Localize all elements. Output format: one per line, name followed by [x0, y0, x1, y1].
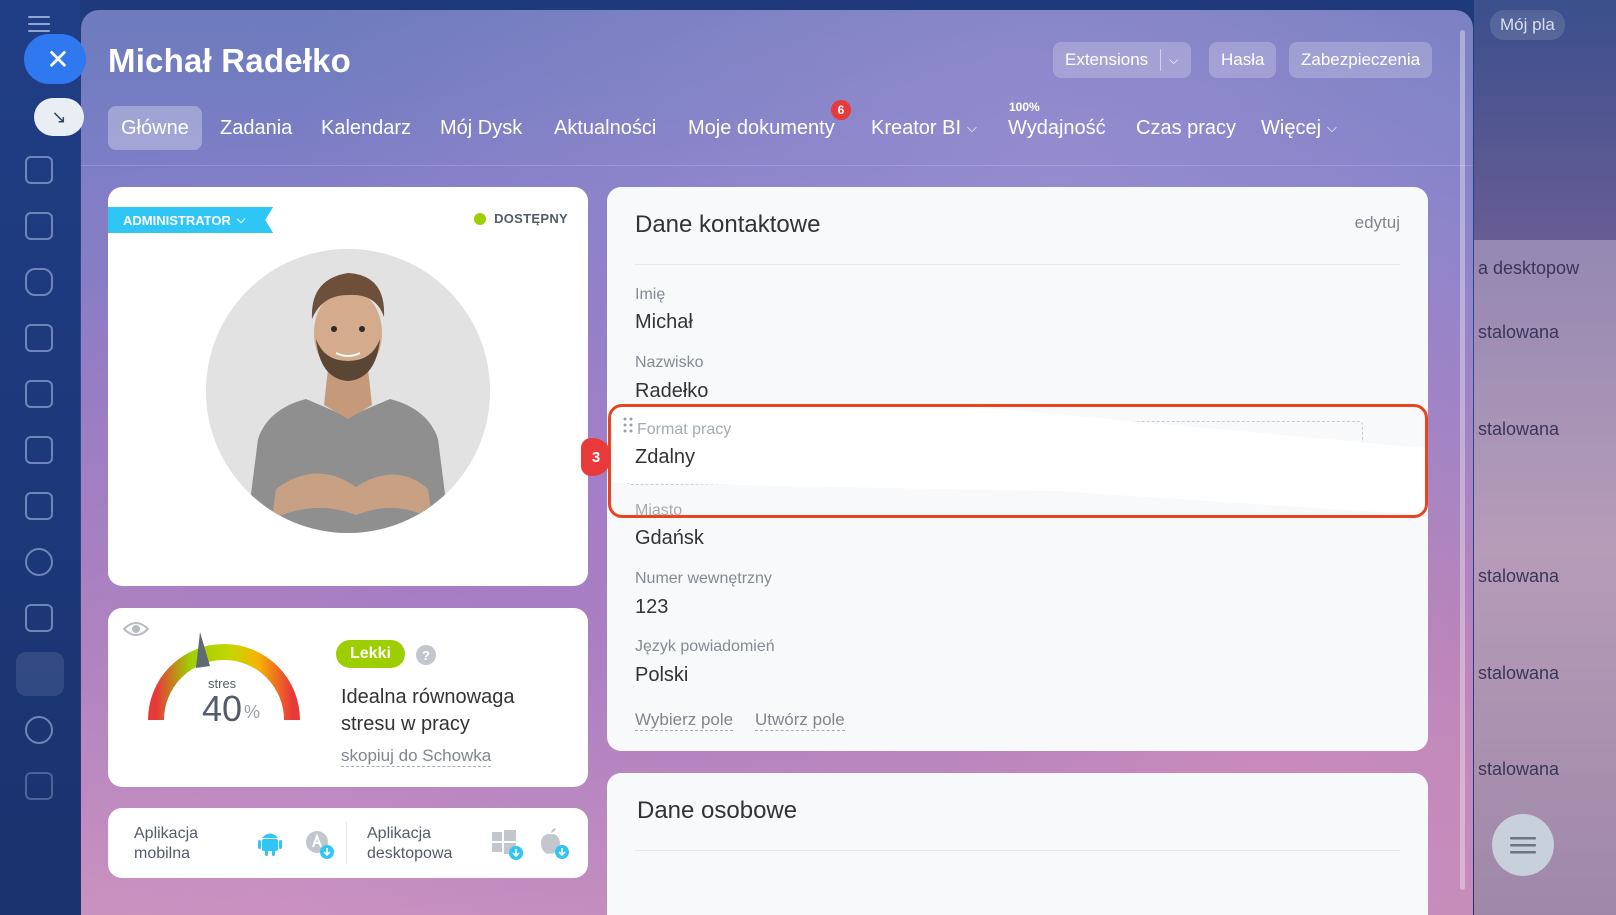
- apps-divider: [346, 822, 347, 864]
- stress-card: stres 40 % Lekki ? Idealna równowaga str…: [108, 608, 588, 787]
- avatar[interactable]: [206, 249, 490, 533]
- extensions-label: Extensions: [1065, 50, 1149, 69]
- field-value-city: Gdańsk: [635, 527, 704, 549]
- status-indicator: DOSTĘPNY: [474, 211, 568, 226]
- background-item: stalowana: [1478, 759, 1560, 779]
- field-value-first-name: Michał: [635, 311, 693, 333]
- field-label: Format pracy: [637, 421, 732, 438]
- choose-field-link[interactable]: Wybierz pole: [635, 710, 734, 731]
- close-icon: ✕: [46, 43, 70, 75]
- contacts-icon[interactable]: [25, 548, 53, 576]
- stress-description: Idealna równowaga stresu w pracy: [341, 686, 515, 735]
- tab-efficiency[interactable]: Wydajność: [1008, 106, 1106, 150]
- chevron-down-icon[interactable]: ⌵: [1169, 53, 1178, 68]
- divider: [635, 850, 1400, 851]
- passwords-button[interactable]: Hasła: [1209, 42, 1277, 78]
- sites-icon[interactable]: [25, 604, 53, 632]
- tab-calendar[interactable]: Kalendarz: [321, 106, 411, 150]
- security-button[interactable]: Zabezpieczenia: [1289, 42, 1433, 78]
- role-label: ADMINISTRATOR: [123, 212, 231, 228]
- app-store-icon[interactable]: [305, 830, 335, 860]
- field-value-language: Polski: [635, 664, 689, 686]
- crm-icon[interactable]: [25, 436, 53, 464]
- stress-unit: %: [244, 702, 261, 722]
- documents-count-badge: 6: [831, 100, 851, 120]
- target-icon[interactable]: [25, 716, 53, 744]
- person-photo: [206, 249, 490, 533]
- chat-icon[interactable]: [25, 268, 53, 296]
- tab-documents[interactable]: Moje dokumenty: [688, 106, 835, 150]
- tab-tasks[interactable]: Zadania: [220, 106, 292, 150]
- news-icon[interactable]: [25, 156, 53, 184]
- tab-more-label: Więcej: [1261, 116, 1322, 139]
- extensions-button[interactable]: Extensions ⌵: [1053, 42, 1191, 78]
- close-slider-button[interactable]: ✕: [24, 34, 86, 84]
- background-item: stalowana: [1478, 566, 1560, 586]
- background-top-button: Mój pla: [1490, 10, 1565, 40]
- tab-bi-builder-label: Kreator BI: [871, 116, 962, 139]
- field-label: Numer wewnętrzny: [635, 570, 772, 587]
- android-icon[interactable]: [258, 830, 282, 856]
- drag-handle-icon[interactable]: [623, 417, 633, 433]
- apple-icon[interactable]: [538, 828, 570, 860]
- filter-icon[interactable]: [25, 772, 53, 800]
- chevron-down-icon: ⌵: [236, 213, 246, 226]
- role-badge[interactable]: ADMINISTRATOR ⌵: [108, 207, 273, 233]
- tabs-divider: [81, 165, 1473, 166]
- profile-nav-icon[interactable]: [16, 652, 64, 696]
- calendar-icon[interactable]: [25, 324, 53, 352]
- list-icon: [1510, 837, 1536, 854]
- tab-drive[interactable]: Mój Dysk: [440, 106, 522, 150]
- help-icon[interactable]: ?: [416, 645, 436, 665]
- left-sidebar: [0, 0, 80, 915]
- field-value-work-format: Zdalny: [635, 446, 696, 468]
- dragged-field-row[interactable]: Format pracy Zdalny: [608, 404, 1428, 518]
- field-value-last-name: Radełko: [635, 380, 709, 402]
- contact-section-title: Dane kontaktowe: [635, 211, 821, 238]
- personal-card: Dane osobowe: [607, 773, 1428, 915]
- field-label: Nazwisko: [635, 354, 704, 371]
- desktop-app-label: Aplikacja desktopowa: [367, 825, 453, 862]
- stress-level-badge: Lekki: [336, 640, 405, 668]
- divider: [635, 264, 1400, 265]
- stress-value: 40: [202, 688, 243, 729]
- windows-icon[interactable]: [492, 830, 524, 860]
- field-value-extension: 123: [635, 596, 669, 618]
- background-item: stalowana: [1478, 419, 1560, 439]
- mobile-app-label: Aplikacja mobilna: [134, 825, 199, 862]
- tab-news[interactable]: Aktualności: [554, 106, 656, 150]
- tab-bi-builder[interactable]: Kreator BI ⌵: [871, 106, 977, 150]
- background-item: stalowana: [1478, 663, 1560, 683]
- tab-worktime[interactable]: Czas pracy: [1136, 106, 1236, 150]
- page-title: Michał Radełko: [108, 42, 352, 79]
- field-label: Język powiadomień: [635, 638, 775, 655]
- chevron-down-icon: ⌵: [967, 120, 977, 135]
- status-label: DOSTĘPNY: [494, 211, 568, 226]
- tab-main[interactable]: Główne: [108, 106, 202, 150]
- document-icon[interactable]: [25, 380, 53, 408]
- background-item: a desktopow: [1478, 258, 1580, 278]
- copy-to-clipboard-link[interactable]: skopiuj do Schowka: [341, 746, 492, 767]
- status-dot: [474, 212, 487, 225]
- chevron-down-icon: ⌵: [1327, 120, 1337, 135]
- menu-icon[interactable]: [28, 16, 50, 32]
- tasks-icon[interactable]: [25, 212, 53, 240]
- edit-link[interactable]: edytuj: [1355, 213, 1400, 233]
- profile-card: ADMINISTRATOR ⌵ DOSTĘPNY: [108, 187, 588, 586]
- personal-section-title: Dane osobowe: [637, 797, 798, 824]
- tab-more[interactable]: Więcej ⌵: [1261, 106, 1337, 150]
- background-item: stalowana: [1478, 322, 1560, 342]
- collapse-slider-button[interactable]: ↘: [34, 98, 84, 136]
- tabs-bar: Główne Zadania Kalendarz Mój Dysk Aktual…: [81, 100, 1473, 166]
- field-label: Imię: [635, 286, 666, 303]
- chat-fab-button[interactable]: [1492, 814, 1554, 876]
- mail-icon[interactable]: [25, 492, 53, 520]
- apps-card: Aplikacja mobilna Aplikacja desktopowa: [108, 808, 588, 878]
- arrow-down-right-icon: ↘: [51, 106, 67, 127]
- create-field-link[interactable]: Utwórz pole: [755, 710, 845, 731]
